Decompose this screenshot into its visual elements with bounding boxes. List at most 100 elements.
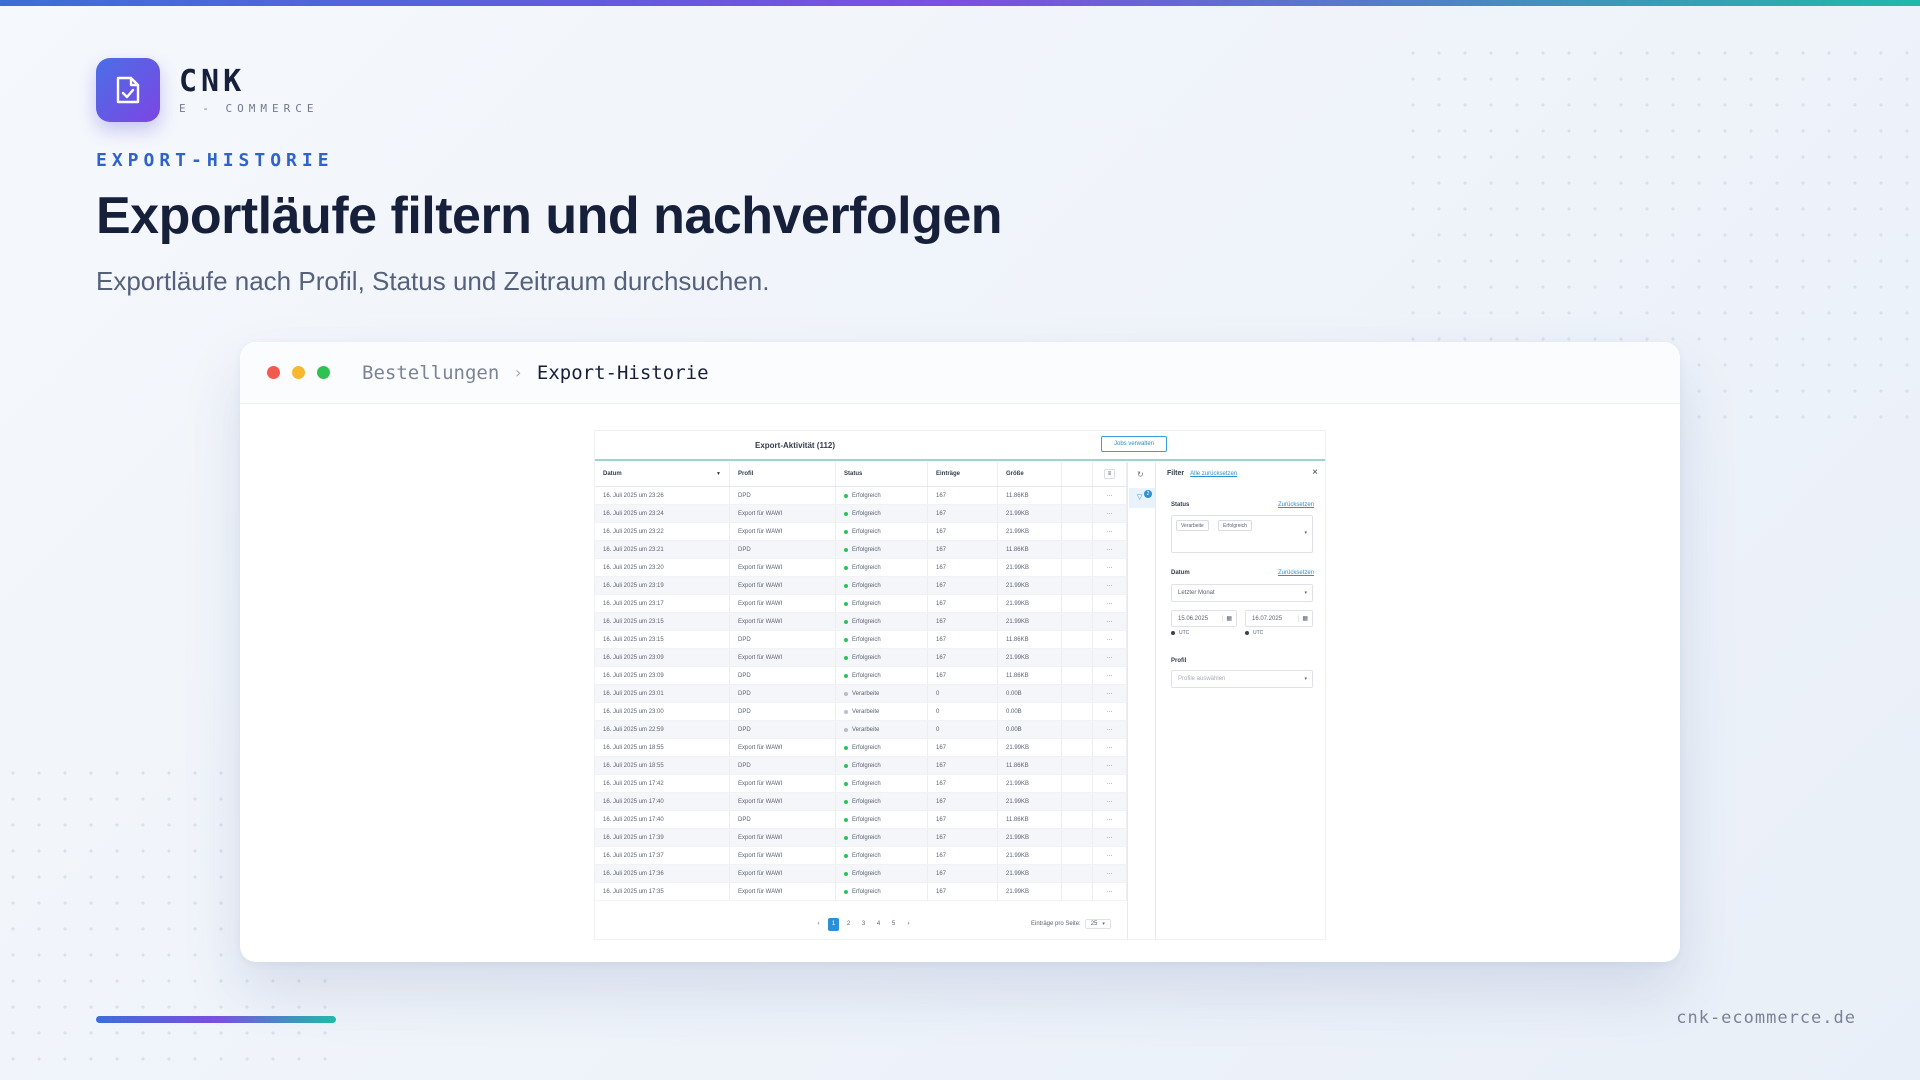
row-more-button[interactable]: ··· [1093,865,1127,882]
filter-panel: Filter Alle zurücksetzen × Status Zurück… [1157,462,1326,940]
row-more-button[interactable]: ··· [1093,649,1127,666]
table-row[interactable]: 16. Juli 2025 um 23:24 Export für WAWI Erf… [595,505,1127,523]
page-button-1[interactable]: 1 [828,917,839,931]
cell-profile: Export für WAWI [730,775,836,792]
row-more-button[interactable]: ··· [1093,487,1127,504]
cell-entries: 167 [928,523,998,540]
table-row[interactable]: 16. Juli 2025 um 23:15 DPD Erfolgreich 167 1… [595,631,1127,649]
status-dot-icon [844,871,848,876]
cell-date: 16. Juli 2025 um 23:26 [595,487,730,504]
table-row[interactable]: 16. Juli 2025 um 23:09 Export für WAWI Erf… [595,649,1127,667]
row-more-button[interactable]: ··· [1093,595,1127,612]
column-header-size[interactable]: Größe [998,462,1062,486]
date-reset-link[interactable]: Zurücksetzen [1278,570,1314,576]
table-row[interactable]: 16. Juli 2025 um 23:00 DPD Verarbeite 0 0.00… [595,703,1127,721]
cell-status: Erfolgreich [836,523,928,540]
page-button-3[interactable]: 3 [858,918,869,931]
column-header-profile[interactable]: Profil [730,462,836,486]
cell-size: 11.86KB [998,757,1062,774]
row-more-button[interactable]: ··· [1093,739,1127,756]
maximize-window-button[interactable] [317,366,330,379]
reset-all-link[interactable]: Alle zurücksetzen [1190,471,1237,477]
row-more-button[interactable]: ··· [1093,847,1127,864]
row-more-button[interactable]: ··· [1093,793,1127,810]
table-row[interactable]: 16. Juli 2025 um 23:15 Export für WAWI Erf… [595,613,1127,631]
footer-url[interactable]: cnk-ecommerce.de [1676,1008,1856,1028]
table-row[interactable]: 16. Juli 2025 um 18:55 Export für WAWI Erf… [595,739,1127,757]
table-row[interactable]: 16. Juli 2025 um 18:55 DPD Erfolgreich 167 1… [595,757,1127,775]
row-more-button[interactable]: ··· [1093,541,1127,558]
cell-entries: 167 [928,487,998,504]
table-row[interactable]: 16. Juli 2025 um 17:42 Export für WAWI Erf… [595,775,1127,793]
status-chip-processing[interactable]: Verarbeite [1176,520,1209,531]
table-row[interactable]: 16. Juli 2025 um 17:40 DPD Erfolgreich 167 1… [595,811,1127,829]
row-more-button[interactable]: ··· [1093,505,1127,522]
filter-toggle-button[interactable]: ▽ 2 [1129,488,1155,508]
table-row[interactable]: 16. Juli 2025 um 17:39 Export für WAWI Erf… [595,829,1127,847]
row-more-button[interactable]: ··· [1093,631,1127,648]
close-icon[interactable]: × [1312,467,1318,478]
close-window-button[interactable] [267,366,280,379]
table-row[interactable]: 16. Juli 2025 um 23:19 Export für WAWI Erf… [595,577,1127,595]
row-more-button[interactable]: ··· [1093,883,1127,900]
column-header-status[interactable]: Status [836,462,928,486]
brand-name: CNK [179,63,246,99]
cell-entries: 167 [928,649,998,666]
table-row[interactable]: 16. Juli 2025 um 17:37 Export für WAWI Erf… [595,847,1127,865]
table-row[interactable]: 16. Juli 2025 um 23:09 DPD Erfolgreich 167 1… [595,667,1127,685]
next-page-button[interactable]: › [903,918,914,931]
status-chip-success[interactable]: Erfolgreich [1218,520,1252,531]
cell-status: Erfolgreich [836,631,928,648]
manage-jobs-button[interactable]: Jobs verwalten [1101,436,1167,452]
column-header-date[interactable]: Datum ▼ [595,462,730,486]
refresh-icon[interactable]: ↻ [1137,470,1144,479]
table-row[interactable]: 16. Juli 2025 um 23:22 Export für WAWI Erf… [595,523,1127,541]
per-page-select[interactable]: 25 ▾ [1084,919,1111,929]
column-header-entries[interactable]: Einträge [928,462,998,486]
row-more-button[interactable]: ··· [1093,721,1127,738]
table-row[interactable]: 16. Juli 2025 um 23:17 Export für WAWI Erf… [595,595,1127,613]
row-more-button[interactable]: ··· [1093,523,1127,540]
date-to-input[interactable]: 16.07.2025 ▦ [1245,610,1313,627]
page-button-5[interactable]: 5 [888,918,899,931]
minimize-window-button[interactable] [292,366,305,379]
row-more-button[interactable]: ··· [1093,559,1127,576]
table-row[interactable]: 16. Juli 2025 um 23:20 Export für WAWI Erf… [595,559,1127,577]
table-row[interactable]: 16. Juli 2025 um 23:01 DPD Verarbeite 0 0.00… [595,685,1127,703]
cell-profile: DPD [730,703,836,720]
cell-date: 16. Juli 2025 um 17:36 [595,865,730,882]
row-more-button[interactable]: ··· [1093,811,1127,828]
table-row[interactable]: 16. Juli 2025 um 17:35 Export für WAWI Erf… [595,883,1127,901]
breadcrumb-item-bestellungen[interactable]: Bestellungen [362,362,499,384]
date-from-input[interactable]: 15.06.2025 ▦ [1171,610,1237,627]
table-row[interactable]: 16. Juli 2025 um 17:40 Export für WAWI Erf… [595,793,1127,811]
table-row[interactable]: 16. Juli 2025 um 17:36 Export für WAWI Erf… [595,865,1127,883]
table-row[interactable]: 16. Juli 2025 um 23:21 DPD Erfolgreich 167 1… [595,541,1127,559]
row-more-button[interactable]: ··· [1093,667,1127,684]
cell-size: 0.00B [998,721,1062,738]
row-more-button[interactable]: ··· [1093,775,1127,792]
cell-size: 0.00B [998,703,1062,720]
column-settings-button[interactable]: ≡ [1093,462,1127,486]
pagination: ‹ 1 2 3 4 5 › Einträge pro Seite: 25 ▾ [595,913,1127,935]
cell-size: 21.99KB [998,595,1062,612]
calendar-icon[interactable]: ▦ [1298,615,1308,622]
page-button-2[interactable]: 2 [843,918,854,931]
status-reset-link[interactable]: Zurücksetzen [1278,502,1314,508]
profile-select[interactable]: Profile auswählen ▾ [1171,670,1313,688]
row-more-button[interactable]: ··· [1093,613,1127,630]
page-button-4[interactable]: 4 [873,918,884,931]
cell-status: Erfolgreich [836,865,928,882]
table-row[interactable]: 16. Juli 2025 um 22:59 DPD Verarbeite 0 0.00… [595,721,1127,739]
cell-date: 16. Juli 2025 um 23:17 [595,595,730,612]
prev-page-button[interactable]: ‹ [813,918,824,931]
row-more-button[interactable]: ··· [1093,685,1127,702]
status-multiselect[interactable]: Verarbeite Erfolgreich ▾ [1171,515,1313,553]
row-more-button[interactable]: ··· [1093,757,1127,774]
row-more-button[interactable]: ··· [1093,577,1127,594]
row-more-button[interactable]: ··· [1093,703,1127,720]
calendar-icon[interactable]: ▦ [1222,615,1232,622]
date-preset-select[interactable]: Letzter Monat ▾ [1171,584,1313,602]
row-more-button[interactable]: ··· [1093,829,1127,846]
table-row[interactable]: 16. Juli 2025 um 23:26 DPD Erfolgreich 167 1… [595,487,1127,505]
